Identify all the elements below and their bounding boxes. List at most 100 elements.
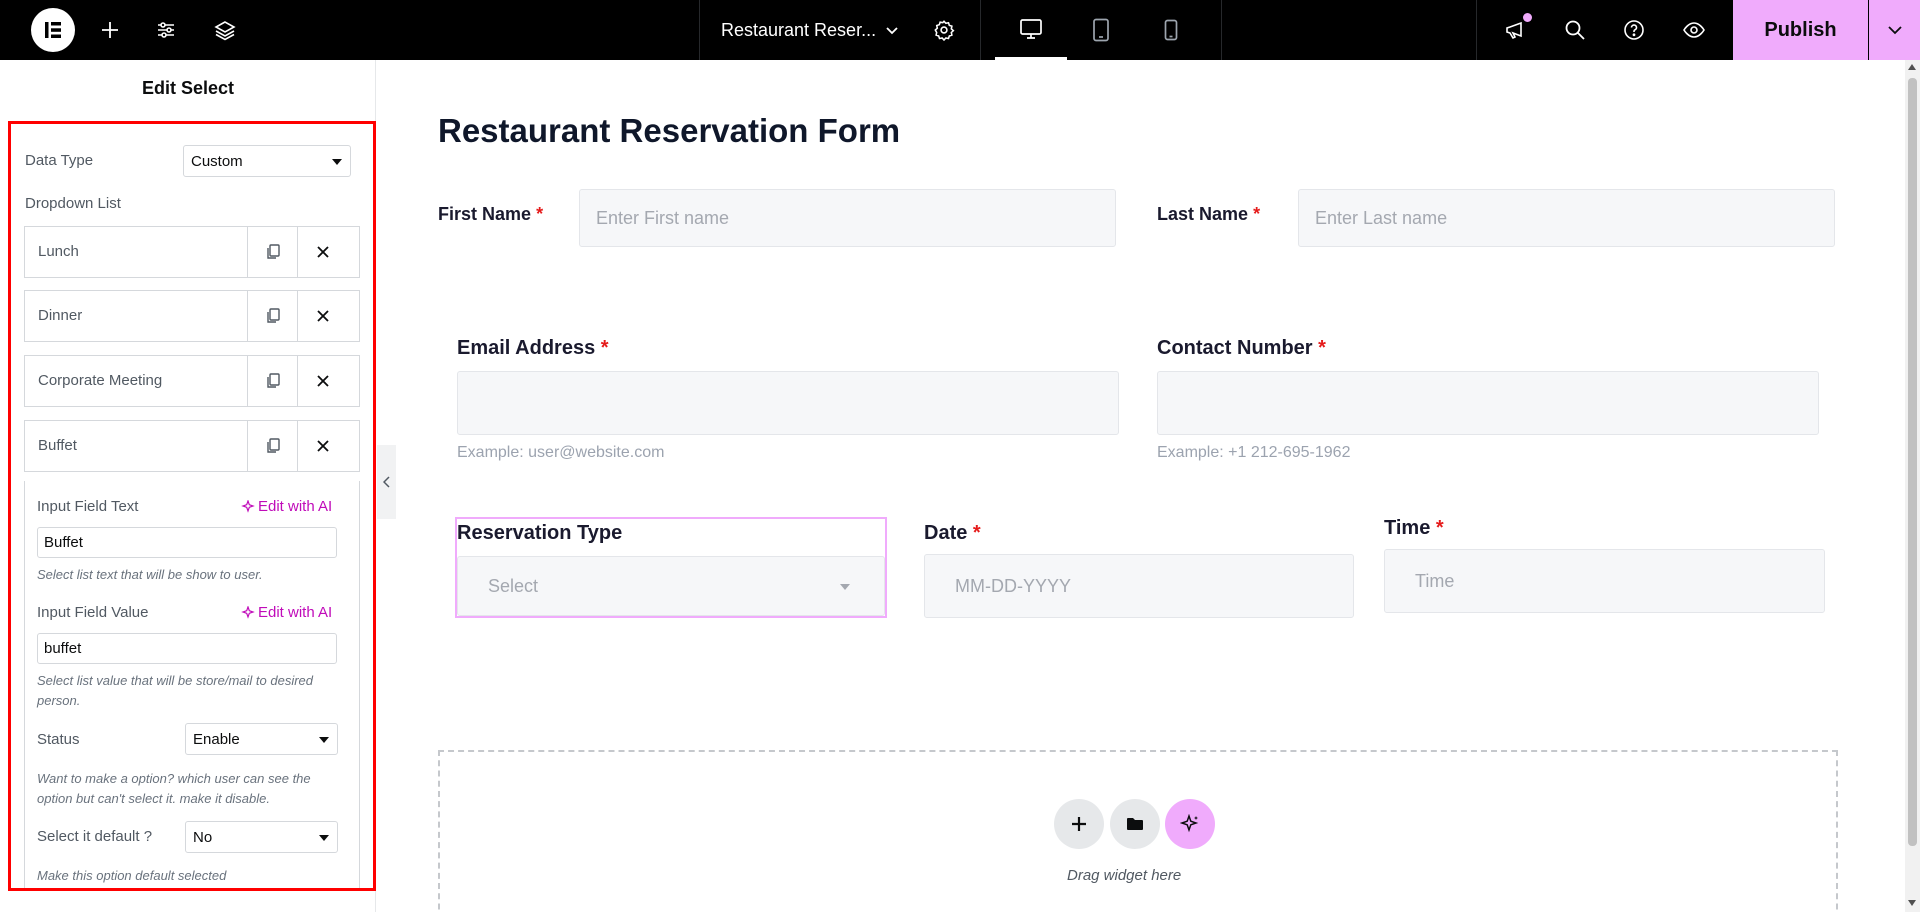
add-section-button[interactable] bbox=[1054, 799, 1104, 849]
repeater-item[interactable]: Lunch bbox=[24, 226, 360, 278]
date-input[interactable]: MM-DD-YYYY bbox=[924, 554, 1354, 618]
publish-button[interactable]: Publish bbox=[1733, 0, 1868, 60]
reservation-placeholder: Select bbox=[488, 575, 539, 596]
time-label: Time * bbox=[1384, 517, 1444, 540]
search-icon[interactable] bbox=[1558, 0, 1592, 60]
drag-widget-text: Drag widget here bbox=[1067, 867, 1182, 884]
page-settings-gear-icon[interactable] bbox=[929, 0, 959, 60]
time-label-text: Time bbox=[1384, 517, 1431, 539]
status-select[interactable]: Enable bbox=[185, 723, 338, 755]
date-label: Date * bbox=[924, 522, 981, 545]
status-label: Status bbox=[37, 731, 80, 748]
reservation-type-label: Reservation Type bbox=[457, 522, 623, 544]
scroll-up-arrow-icon[interactable] bbox=[1908, 64, 1916, 70]
sparkle-icon bbox=[1180, 814, 1199, 833]
chevron-down-icon[interactable] bbox=[879, 0, 905, 60]
last-name-placeholder: Enter Last name bbox=[1315, 207, 1448, 228]
elementor-logo-icon[interactable] bbox=[31, 8, 75, 52]
repeater-item-active[interactable]: Buffet bbox=[24, 420, 360, 472]
divider bbox=[699, 0, 700, 60]
input-value-label: Input Field Value bbox=[37, 604, 149, 621]
publish-options-button[interactable] bbox=[1869, 0, 1920, 60]
repeater-item-label: Corporate Meeting bbox=[38, 372, 163, 389]
input-field-value-text: buffet bbox=[44, 640, 82, 657]
data-type-select[interactable]: Custom bbox=[183, 145, 351, 177]
required-mark: * bbox=[1253, 204, 1261, 224]
input-field-text[interactable]: Buffet bbox=[37, 527, 337, 558]
caret-down-icon bbox=[332, 159, 342, 165]
remove-close-icon[interactable] bbox=[297, 421, 347, 471]
editor-panel: Edit Select Data Type Custom Dropdown Li… bbox=[0, 60, 376, 912]
data-type-label: Data Type bbox=[25, 152, 94, 169]
duplicate-icon[interactable] bbox=[247, 356, 297, 406]
reservation-type-select[interactable]: Select bbox=[457, 556, 885, 616]
sparkle-icon bbox=[241, 499, 255, 513]
canvas-scrollbar[interactable] bbox=[1905, 60, 1920, 912]
notifications-megaphone-icon[interactable] bbox=[1498, 0, 1532, 60]
panel-title: Edit Select bbox=[141, 78, 235, 98]
add-template-button[interactable] bbox=[1110, 799, 1160, 849]
remove-close-icon[interactable] bbox=[297, 291, 347, 341]
ai-builder-button[interactable] bbox=[1165, 799, 1215, 849]
date-placeholder: MM-DD-YYYY bbox=[955, 575, 1071, 596]
email-hint: Example: user@website.com bbox=[457, 444, 665, 461]
folder-icon bbox=[1127, 818, 1143, 830]
document-title[interactable]: Restaurant Reser... bbox=[721, 0, 876, 60]
date-label-text: Date bbox=[924, 522, 968, 544]
remove-close-icon[interactable] bbox=[297, 227, 347, 277]
collapse-panel-button[interactable] bbox=[377, 445, 396, 519]
contact-input[interactable] bbox=[1157, 371, 1819, 435]
repeater-item[interactable]: Corporate Meeting bbox=[24, 355, 360, 407]
add-element-icon[interactable] bbox=[93, 0, 127, 60]
first-name-label-text: First Name bbox=[438, 204, 532, 224]
chevron-down-icon bbox=[1887, 26, 1902, 35]
divider bbox=[1476, 0, 1477, 60]
edit-with-ai-link[interactable]: Edit with AI bbox=[241, 498, 332, 515]
repeater-item-label: Lunch bbox=[38, 243, 79, 260]
layers-icon[interactable] bbox=[208, 0, 242, 60]
duplicate-icon[interactable] bbox=[247, 421, 297, 471]
duplicate-icon[interactable] bbox=[247, 227, 297, 277]
top-bar: Restaurant Reser... Publish bbox=[0, 0, 1920, 60]
caret-down-icon bbox=[840, 584, 850, 590]
empty-section-drop-zone: Drag widget here bbox=[438, 750, 1838, 912]
default-label: Select it default ? bbox=[37, 828, 153, 845]
default-value: No bbox=[193, 828, 213, 846]
edit-with-ai-link[interactable]: Edit with AI bbox=[241, 604, 332, 621]
first-name-label: First Name * bbox=[438, 204, 543, 225]
status-hint: Want to make a option? which user can se… bbox=[37, 771, 311, 806]
time-placeholder: Time bbox=[1415, 570, 1455, 591]
repeater-item[interactable]: Dinner bbox=[24, 290, 360, 342]
input-text-label: Input Field Text bbox=[37, 498, 139, 515]
divider bbox=[1221, 0, 1222, 60]
plus-icon bbox=[1072, 817, 1086, 831]
input-field-value[interactable]: buffet bbox=[37, 633, 337, 664]
help-icon[interactable] bbox=[1617, 0, 1651, 60]
scrollbar-thumb[interactable] bbox=[1908, 78, 1917, 846]
desktop-view-icon[interactable] bbox=[995, 0, 1067, 60]
sparkle-icon bbox=[241, 605, 255, 619]
repeater-item-fields: Input Field Text Edit with AI Buffet Sel… bbox=[24, 481, 360, 888]
form-title: Restaurant Reservation Form bbox=[438, 112, 901, 149]
repeater-item-label: Buffet bbox=[38, 437, 77, 454]
preview-eye-icon[interactable] bbox=[1677, 0, 1711, 60]
tablet-view-icon[interactable] bbox=[1065, 0, 1137, 60]
dropdown-list-label: Dropdown List bbox=[25, 195, 121, 212]
duplicate-icon[interactable] bbox=[247, 291, 297, 341]
last-name-input[interactable]: Enter Last name bbox=[1298, 189, 1835, 247]
time-input[interactable]: Time bbox=[1384, 549, 1825, 613]
input-field-text-value: Buffet bbox=[44, 534, 83, 551]
default-select[interactable]: No bbox=[185, 821, 338, 853]
last-name-label: Last Name * bbox=[1157, 204, 1260, 225]
input-value-hint: Select list value that will be store/mai… bbox=[37, 673, 314, 708]
scroll-down-arrow-icon[interactable] bbox=[1908, 900, 1916, 906]
email-input[interactable] bbox=[457, 371, 1119, 435]
mobile-view-icon[interactable] bbox=[1135, 0, 1207, 60]
required-mark: * bbox=[972, 522, 981, 544]
caret-down-icon bbox=[319, 835, 329, 841]
contact-hint: Example: +1 212-695-1962 bbox=[1157, 444, 1351, 461]
first-name-input[interactable]: Enter First name bbox=[579, 189, 1116, 247]
sliders-icon[interactable] bbox=[149, 0, 183, 60]
remove-close-icon[interactable] bbox=[297, 356, 347, 406]
required-mark: * bbox=[1435, 517, 1444, 539]
